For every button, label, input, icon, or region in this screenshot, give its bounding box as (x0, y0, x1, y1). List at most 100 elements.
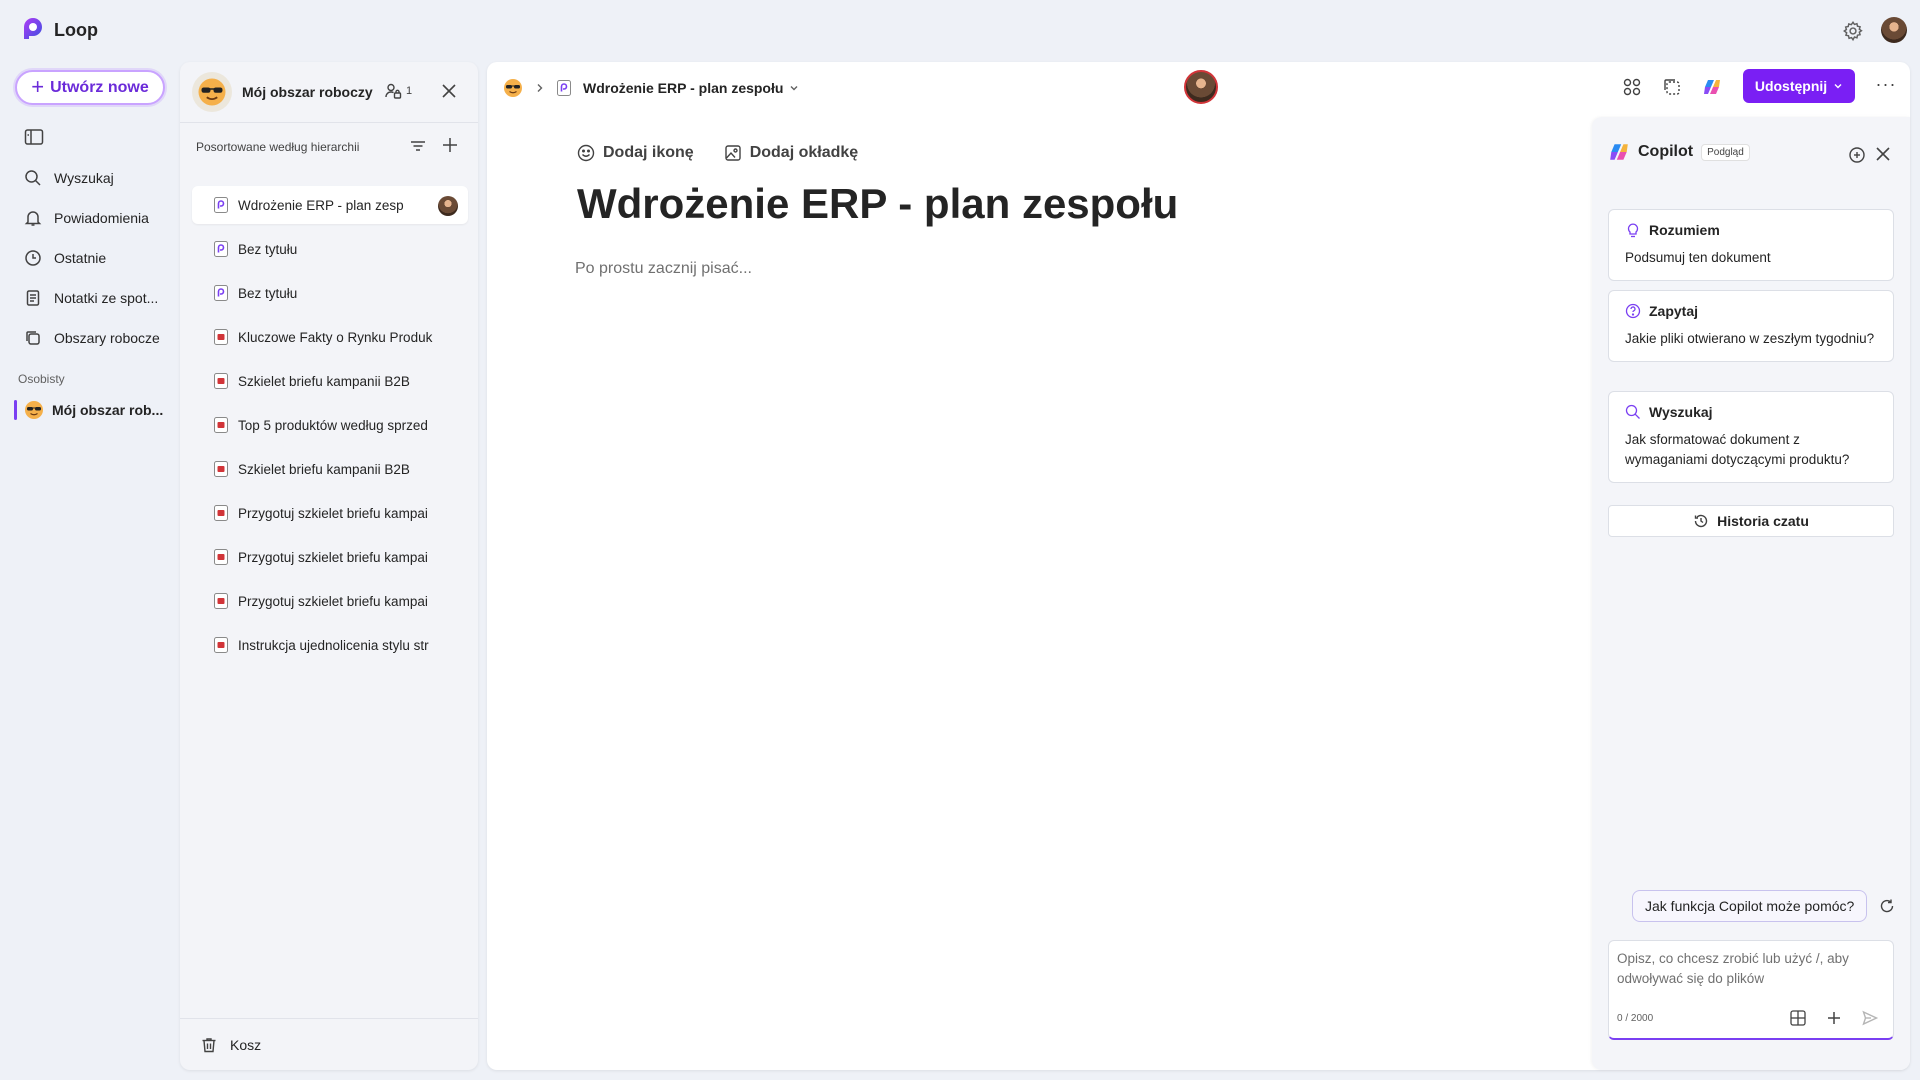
copilot-title: Copilot (1638, 143, 1694, 160)
preview-badge: Podgląd (1701, 143, 1750, 161)
tree-item-label: Wdrożenie ERP - plan zesp (238, 197, 404, 213)
sidebar-toggle-icon[interactable] (24, 128, 44, 146)
nav-notifications-label: Powiadomienia (54, 210, 149, 226)
add-cover-button[interactable]: Dodaj okładkę (724, 144, 858, 162)
suggestion-card-ask[interactable]: Zapytaj Jakie pliki otwierano w zeszłym … (1608, 290, 1894, 362)
member-count: 1 (406, 85, 413, 97)
suggestion-card-search[interactable]: Wyszukaj Jak sformatować dokument z wyma… (1608, 391, 1894, 483)
add-icon-label: Dodaj ikonę (603, 144, 694, 161)
tree-item-label: Przygotuj szkielet briefu kampai (238, 593, 428, 609)
suggestion-card-understand[interactable]: Rozumiem Podsumuj ten dokument (1608, 209, 1894, 281)
workspaces-icon (26, 331, 40, 345)
tree-item-label: Przygotuj szkielet briefu kampai (238, 505, 428, 521)
tree-item-label: Bez tytułu (238, 241, 298, 257)
send-icon[interactable] (1861, 1009, 1879, 1027)
open-in-window-icon[interactable] (1662, 77, 1682, 97)
nav-recent[interactable]: Ostatnie (14, 242, 164, 274)
filter-icon[interactable] (409, 137, 427, 155)
workspace-avatar[interactable] (192, 72, 232, 112)
nav-notifications[interactable]: Powiadomienia (14, 202, 164, 234)
nav-workspaces[interactable]: Obszary robocze (14, 322, 164, 354)
user-avatar[interactable] (1881, 17, 1907, 43)
copilot-header: Copilot Podgląd (1608, 141, 1750, 163)
trash-label: Kosz (230, 1037, 262, 1053)
components-icon[interactable] (1789, 1009, 1807, 1027)
tree-item[interactable]: Wdrożenie ERP - plan zesp (192, 186, 468, 224)
question-icon (1625, 303, 1641, 319)
components-icon[interactable] (1622, 77, 1642, 97)
help-prompt-chip[interactable]: Jak funkcja Copilot może pomóc? (1632, 890, 1868, 922)
tree-item[interactable]: Przygotuj szkielet briefu kampai (192, 538, 468, 576)
person-lock-icon (385, 83, 402, 99)
copilot-panel: Copilot Podgląd Rozumiem Podsumuj ten do… (1592, 117, 1910, 1070)
bell-icon (24, 211, 42, 226)
tree-item[interactable]: Kluczowe Fakty o Rynku Produk (192, 318, 468, 356)
add-icon-button[interactable]: Dodaj ikonę (577, 144, 694, 162)
divider (180, 1018, 478, 1019)
nav-recent-label: Ostatnie (54, 250, 107, 266)
clock-icon (25, 250, 41, 266)
pdf-file-icon (214, 461, 228, 477)
tree-item[interactable]: Szkielet briefu kampanii B2B (192, 362, 468, 400)
tree-item[interactable]: Szkielet briefu kampanii B2B (192, 450, 468, 488)
copilot-logo-icon (1610, 144, 1628, 160)
loop-page-icon (557, 80, 571, 96)
add-page-icon[interactable] (441, 136, 459, 154)
breadcrumb: Wdrożenie ERP - plan zespołu (503, 76, 799, 100)
loop-page-icon (214, 197, 228, 213)
tree-item[interactable]: Przygotuj szkielet briefu kampai (192, 494, 468, 532)
copilot-icon[interactable] (1702, 77, 1722, 97)
nav-meeting-notes-label: Notatki ze spot... (54, 290, 159, 306)
more-options-icon[interactable]: ··· (1874, 75, 1898, 99)
nav-workspaces-label: Obszary robocze (54, 330, 160, 346)
chat-history-button[interactable]: Historia czatu (1608, 505, 1894, 537)
loop-page-icon (214, 241, 228, 257)
trash-button[interactable]: Kosz (200, 1036, 261, 1054)
workspace-members-button[interactable]: 1 (384, 82, 412, 100)
loop-page-icon (214, 285, 228, 301)
breadcrumb-page-title[interactable]: Wdrożenie ERP - plan zespołu (583, 80, 799, 96)
tree-item-label: Kluczowe Fakty o Rynku Produk (238, 329, 433, 345)
create-new-button[interactable]: + Utwórz nowe (15, 70, 165, 105)
chevron-right-icon (537, 84, 543, 92)
tree-item[interactable]: Bez tytułu (192, 230, 468, 268)
share-button[interactable]: Udostępnij (1743, 69, 1855, 103)
trash-icon (202, 1038, 216, 1053)
sunglasses-emoji-icon (198, 78, 226, 106)
tree-item[interactable]: Przygotuj szkielet briefu kampai (192, 582, 468, 620)
close-icon[interactable] (440, 82, 458, 100)
tree-item[interactable]: Instrukcja ujednolicenia stylu str (192, 626, 468, 664)
add-cover-label: Dodaj okładkę (749, 144, 859, 161)
breadcrumb-title-text: Wdrożenie ERP - plan zespołu (583, 80, 784, 96)
smiley-icon (577, 144, 595, 162)
copilot-prompt-input[interactable] (1617, 949, 1885, 995)
plus-icon: + (31, 73, 45, 99)
document-body-placeholder[interactable]: Po prostu zacznij pisać... (575, 260, 752, 278)
collaborator-avatar[interactable] (1184, 70, 1218, 104)
nav-meeting-notes[interactable]: Notatki ze spot... (14, 282, 164, 314)
tree-item[interactable]: Top 5 produktów według sprzed (192, 406, 468, 444)
nav-my-workspace[interactable]: Mój obszar rob... (14, 396, 164, 424)
card-body: Jakie pliki otwierano w zeszłym tygodniu… (1625, 331, 1875, 346)
tree-item-label: Szkielet briefu kampanii B2B (238, 461, 410, 477)
pdf-file-icon (214, 417, 228, 433)
refresh-icon[interactable] (1879, 898, 1895, 914)
active-indicator (14, 400, 17, 420)
tree-item-label: Top 5 produktów według sprzed (238, 417, 428, 433)
card-body: Jak sformatować dokument z wymaganiami d… (1625, 432, 1850, 467)
app-logo[interactable]: Loop (20, 17, 98, 43)
nav-section-personal: Osobisty (18, 372, 65, 386)
collaborator-avatar (438, 196, 458, 216)
page-title[interactable]: Wdrożenie ERP - plan zespołu (577, 180, 1178, 228)
add-attachment-icon[interactable] (1825, 1009, 1843, 1027)
pdf-file-icon (214, 505, 228, 521)
settings-gear-icon[interactable] (1842, 20, 1864, 42)
close-icon[interactable] (1875, 146, 1891, 162)
new-chat-icon[interactable] (1848, 146, 1866, 164)
tree-item[interactable]: Bez tytułu (192, 274, 468, 312)
nav-search-label: Wyszukaj (54, 170, 114, 186)
image-icon (724, 145, 741, 161)
nav-search[interactable]: Wyszukaj (14, 162, 164, 194)
share-label: Udostępnij (1754, 78, 1828, 94)
workspace-emoji-icon[interactable] (503, 78, 523, 98)
